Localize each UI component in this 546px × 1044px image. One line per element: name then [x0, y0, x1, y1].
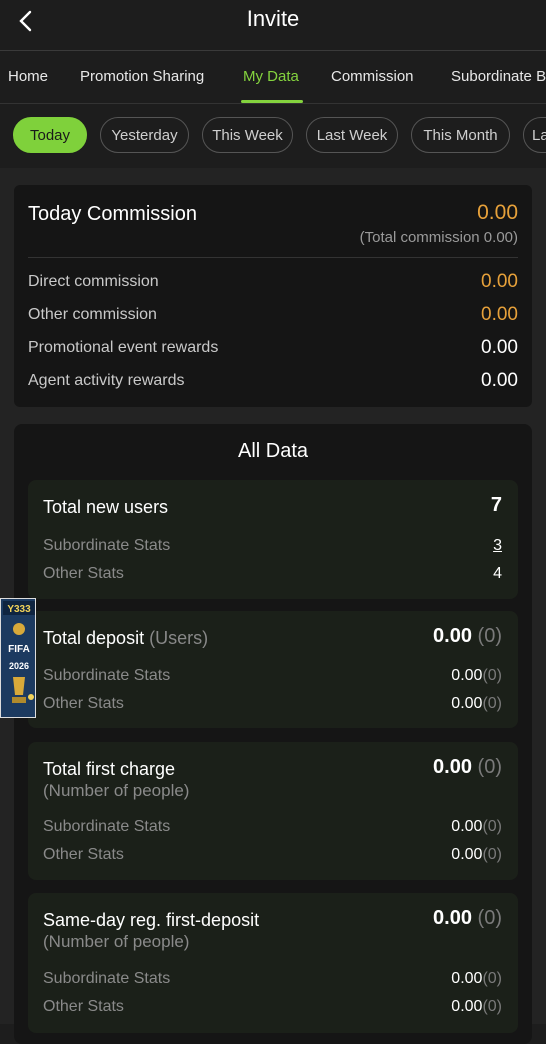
period-this-week[interactable]: This Week — [202, 117, 293, 153]
subordinate-stats-row: Subordinate Stats 0.00(0) — [43, 818, 502, 840]
deposit-title-text: Total deposit — [43, 628, 145, 648]
subordinate-stats-link[interactable]: 3 — [493, 537, 502, 555]
other-stats-row: Other Stats 4 — [43, 565, 502, 587]
subordinate-stats-row: Subordinate Stats 0.00(0) — [43, 667, 502, 689]
subordinate-count: (0) — [482, 970, 502, 987]
page-title: Invite — [246, 6, 300, 31]
promo-event-text: FIFA — [8, 644, 30, 655]
subordinate-stats-label: Subordinate Stats — [43, 970, 171, 987]
all-data-title: All Data — [237, 440, 309, 462]
other-amount: 0.00 — [451, 998, 483, 1015]
new-users-panel: Total new users 7 Subordinate Stats 3 Ot… — [28, 480, 518, 599]
tab-home[interactable]: Home — [8, 68, 48, 85]
commission-row: Promotional event rewards 0.00 — [28, 337, 518, 363]
first-charge-value: 0.00 (0) — [433, 756, 502, 779]
commission-row: Agent activity rewards 0.00 — [28, 370, 518, 396]
subordinate-stats-value: 0.00(0) — [451, 970, 502, 988]
tab-commission[interactable]: Commission — [331, 68, 414, 85]
subordinate-amount: 0.00 — [451, 818, 483, 835]
commission-row-label: Agent activity rewards — [28, 372, 185, 389]
other-count: (0) — [482, 846, 502, 863]
subordinate-count: (0) — [482, 818, 502, 835]
other-stats-value: 4 — [493, 565, 502, 582]
sameday-subtitle: (Number of people) — [43, 932, 190, 951]
sameday-amount: 0.00 — [433, 907, 472, 929]
commission-row: Direct commission 0.00 — [28, 271, 518, 297]
subordinate-count: (0) — [482, 667, 502, 684]
commission-row-value: 0.00 — [481, 271, 518, 292]
promo-floating-badge[interactable]: Y333 FIFA 2026 — [0, 598, 36, 718]
commission-row-label: Promotional event rewards — [28, 339, 219, 356]
period-last-week[interactable]: Last Week — [306, 117, 398, 153]
subordinate-stats-label: Subordinate Stats — [43, 818, 171, 835]
first-charge-subtitle: (Number of people) — [43, 781, 190, 800]
deposit-panel: Total deposit (Users) 0.00 (0) Subordina… — [28, 611, 518, 728]
first-charge-title: Total first charge — [43, 759, 176, 779]
period-this-month[interactable]: This Month — [411, 117, 510, 153]
deposit-value: 0.00 (0) — [433, 625, 502, 648]
tab-promotion-sharing[interactable]: Promotion Sharing — [80, 68, 204, 85]
other-stats-label: Other Stats — [43, 998, 124, 1015]
first-charge-amount: 0.00 — [433, 756, 472, 778]
period-yesterday[interactable]: Yesterday — [100, 117, 189, 153]
other-stats-row: Other Stats 0.00(0) — [43, 695, 502, 717]
other-stats-value: 0.00(0) — [451, 846, 502, 864]
other-amount: 0.00 — [451, 846, 483, 863]
other-stats-value: 0.00(0) — [451, 998, 502, 1016]
commission-row-label: Direct commission — [28, 273, 159, 290]
commission-amount: 0.00 — [477, 201, 518, 224]
other-stats-label: Other Stats — [43, 846, 124, 863]
other-count: (0) — [482, 695, 502, 712]
other-stats-label: Other Stats — [43, 565, 124, 582]
new-users-title: Total new users — [43, 497, 169, 517]
sameday-value: 0.00 (0) — [433, 907, 502, 930]
sameday-title: Same-day reg. first-deposit — [43, 910, 260, 930]
subordinate-amount: 0.00 — [451, 970, 483, 987]
top-bar: Invite — [0, 0, 546, 50]
tab-subordinate[interactable]: Subordinate B — [451, 68, 546, 85]
sameday-panel: Same-day reg. first-deposit (Number of p… — [28, 893, 518, 1033]
period-filter: Today Yesterday This Week Last Week This… — [0, 104, 546, 168]
subordinate-stats-label: Subordinate Stats — [43, 537, 171, 554]
subordinate-stats-value: 0.00(0) — [451, 818, 502, 836]
first-charge-panel: Total first charge (Number of people) 0.… — [28, 742, 518, 880]
promo-brand-text: Y333 — [7, 604, 31, 615]
fifa-promo-icon: Y333 FIFA 2026 — [1, 599, 35, 717]
all-data-card: All Data Total new users 7 Subordinate S… — [14, 424, 532, 1044]
promo-year-text: 2026 — [9, 661, 29, 671]
commission-row: Other commission 0.00 — [28, 304, 518, 330]
other-stats-row: Other Stats 0.00(0) — [43, 998, 502, 1020]
tab-my-data[interactable]: My Data — [243, 68, 299, 85]
other-amount: 0.00 — [451, 695, 483, 712]
commission-title: Today Commission — [28, 203, 197, 225]
new-users-value: 7 — [490, 494, 502, 516]
subordinate-stats-row: Subordinate Stats 3 — [43, 537, 502, 559]
commission-row-value: 0.00 — [481, 370, 518, 391]
tab-bar: Home Promotion Sharing My Data Commissio… — [0, 51, 546, 103]
subordinate-amount: 0.00 — [451, 667, 483, 684]
other-count: (0) — [482, 998, 502, 1015]
commission-card: Today Commission 0.00 (Total commission … — [14, 185, 532, 407]
other-stats-row: Other Stats 0.00(0) — [43, 846, 502, 868]
period-today[interactable]: Today — [13, 117, 87, 153]
commission-row-value: 0.00 — [481, 337, 518, 358]
period-last-month[interactable]: La — [523, 117, 546, 153]
other-stats-value: 0.00(0) — [451, 695, 502, 713]
commission-divider — [28, 257, 518, 258]
first-charge-count: (0) — [477, 756, 502, 778]
subordinate-stats-row: Subordinate Stats 0.00(0) — [43, 970, 502, 992]
deposit-amount: 0.00 — [433, 625, 472, 647]
sameday-count: (0) — [477, 907, 502, 929]
deposit-title: Total deposit (Users) — [43, 628, 208, 649]
deposit-count: (0) — [477, 625, 502, 647]
commission-total: (Total commission 0.00) — [359, 229, 518, 246]
commission-row-label: Other commission — [28, 306, 157, 323]
subordinate-stats-value: 0.00(0) — [451, 667, 502, 685]
commission-row-value: 0.00 — [481, 304, 518, 325]
content-area: Today Commission 0.00 (Total commission … — [0, 168, 546, 1044]
other-stats-label: Other Stats — [43, 695, 124, 712]
subordinate-stats-label: Subordinate Stats — [43, 667, 171, 684]
deposit-title-suffix: (Users) — [149, 628, 209, 648]
